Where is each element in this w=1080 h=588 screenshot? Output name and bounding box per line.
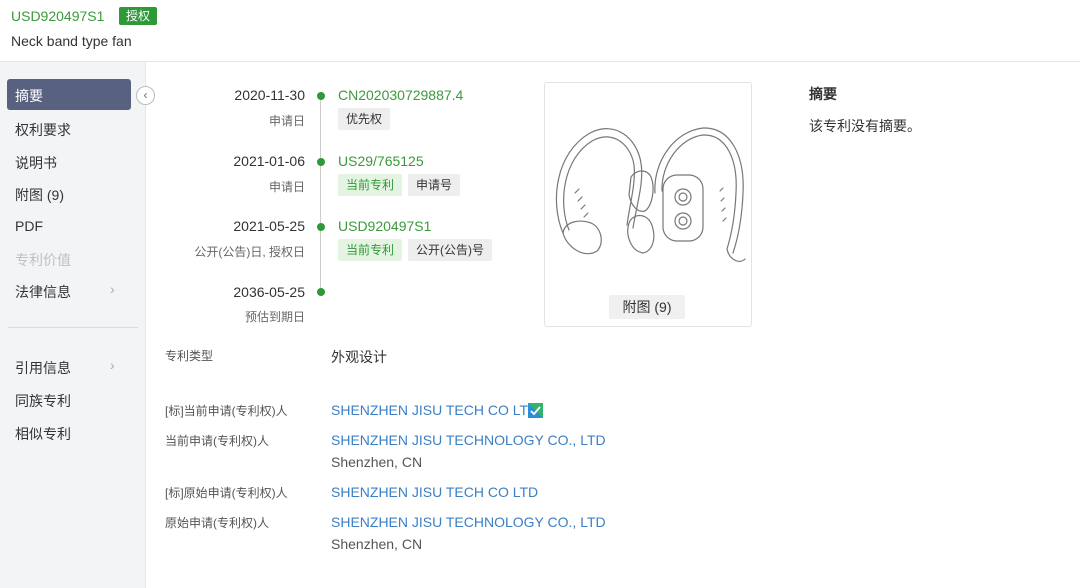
sidebar-item-family[interactable]: 同族专利 (15, 391, 71, 411)
sidebar-item-similar[interactable]: 相似专利 (15, 424, 71, 444)
field-link-std-original-applicant[interactable]: SHENZHEN JISU TECH CO LTD (331, 484, 538, 500)
abstract-title: 摘要 (809, 86, 837, 102)
sidebar-item-legal-info[interactable]: 法律信息 (15, 282, 71, 302)
patent-number[interactable]: USD920497S1 (11, 8, 104, 24)
sidebar-item-figures[interactable]: 附图 (9) (15, 185, 64, 205)
verified-company-icon (528, 403, 543, 418)
sidebar-item-patent-value: 专利价值 (15, 252, 71, 268)
sidebar: 摘要 权利要求 说明书 附图 (9) PDF 专利价值 法律信息 › 引用信息 … (0, 62, 146, 588)
collapse-sidebar-icon[interactable]: ‹ (136, 86, 155, 105)
chevron-right-icon: › (110, 281, 115, 297)
timeline-dot (317, 223, 325, 231)
chevron-right-icon: › (110, 357, 115, 373)
timeline-date: 2021-05-25 (233, 218, 305, 234)
neckband-fan-drawing (555, 127, 746, 262)
timeline-date-label: 申请日 (268, 114, 305, 128)
tag-current-patent: 当前专利 (338, 174, 403, 196)
timeline-date-label: 公开(公告)日, 授权日 (194, 245, 305, 259)
tag-publication-number: 公开(公告)号 (408, 239, 492, 261)
sidebar-item-claims[interactable]: 权利要求 (15, 120, 71, 140)
tag-application-number: 申请号 (408, 174, 461, 196)
field-link-std-current-applicant[interactable]: SHENZHEN JISU TECH CO LTD (331, 402, 538, 418)
page-header: USD920497S1 授权 Neck band type fan (0, 0, 1080, 62)
field-location-original-applicant: Shenzhen, CN (331, 536, 423, 552)
field-link-original-applicant[interactable]: SHENZHEN JISU TECHNOLOGY CO., LTD (331, 514, 606, 530)
timeline-link-application[interactable]: US29/765125 (338, 153, 424, 169)
sidebar-divider (8, 327, 138, 328)
status-badge: 授权 (119, 7, 158, 25)
abstract-text: 该专利没有摘要。 (809, 118, 921, 134)
timeline-date: 2036-05-25 (233, 284, 305, 300)
tag-priority: 优先权 (338, 108, 391, 130)
timeline-link-publication[interactable]: USD920497S1 (338, 218, 431, 234)
field-value-patent-type: 外观设计 (331, 349, 387, 365)
sidebar-item-citations[interactable]: 引用信息 (15, 358, 71, 378)
timeline-date: 2020-11-30 (234, 87, 305, 103)
field-label-current-applicant: 当前申请(专利权)人 (165, 434, 269, 448)
timeline-dot (317, 92, 325, 100)
timeline-date-label: 申请日 (268, 180, 305, 194)
field-label-std-original-applicant: [标]原始申请(专利权)人 (165, 486, 288, 500)
timeline-link-priority[interactable]: CN202030729887.4 (338, 87, 463, 103)
timeline-line (320, 96, 321, 292)
field-label-original-applicant: 原始申请(专利权)人 (165, 516, 269, 530)
patent-title: Neck band type fan (11, 33, 132, 49)
field-label-patent-type: 专利类型 (165, 349, 214, 363)
figure-thumbnail[interactable] (544, 82, 752, 327)
sidebar-item-description[interactable]: 说明书 (15, 153, 57, 173)
field-label-std-current-applicant: [标]当前申请(专利权)人 (165, 404, 288, 418)
field-location-current-applicant: Shenzhen, CN (331, 454, 423, 470)
timeline-date: 2021-01-06 (233, 153, 305, 169)
tag-current-patent: 当前专利 (338, 239, 403, 261)
sidebar-item-pdf[interactable]: PDF (15, 218, 43, 234)
timeline-date-label: 预估到期日 (244, 310, 305, 324)
figures-button[interactable]: 附图 (9) (609, 295, 685, 319)
sidebar-item-abstract[interactable]: 摘要 (7, 79, 131, 110)
timeline-dot (317, 288, 325, 296)
timeline-dot (317, 158, 325, 166)
field-link-current-applicant[interactable]: SHENZHEN JISU TECHNOLOGY CO., LTD (331, 432, 606, 448)
